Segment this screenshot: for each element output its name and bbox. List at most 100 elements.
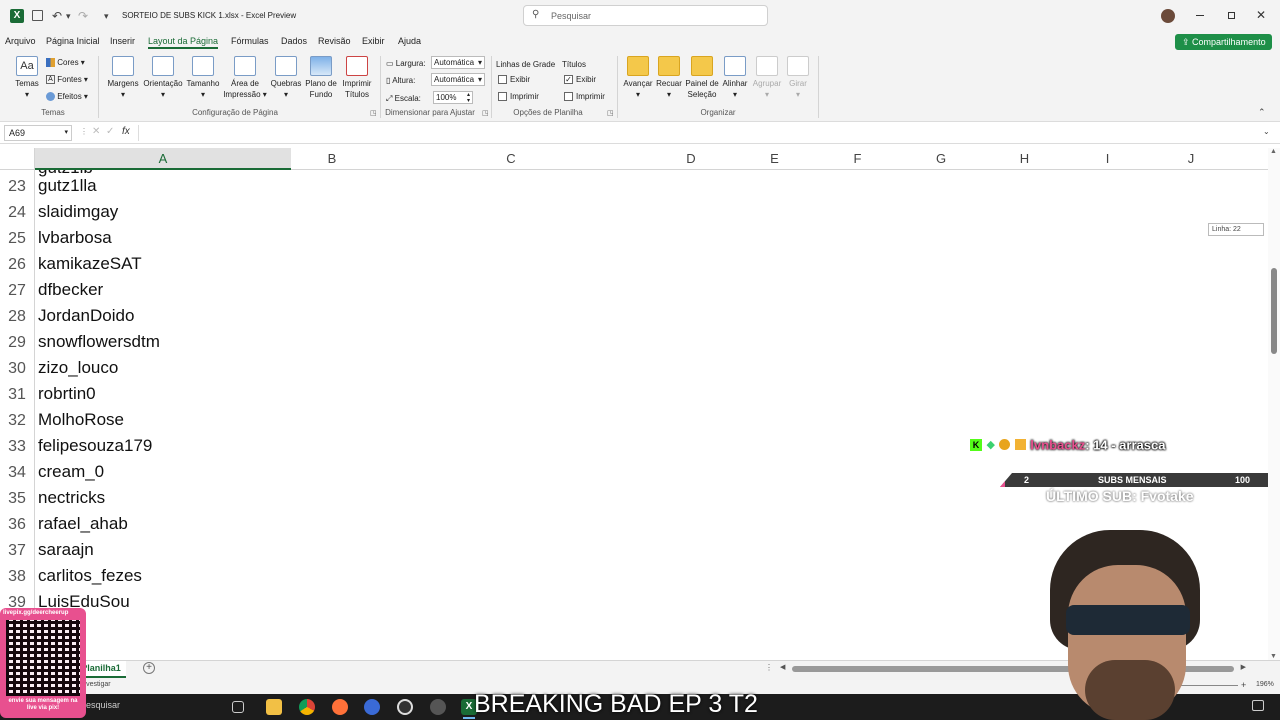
close-icon[interactable]: ✕: [1256, 8, 1266, 22]
fx-icon[interactable]: fx: [122, 126, 130, 137]
tab-dados[interactable]: Dados: [281, 36, 307, 46]
column-header-i[interactable]: I: [1066, 148, 1149, 170]
tab-layout-da-pagina[interactable]: Layout da Página: [148, 36, 219, 49]
file-explorer-icon[interactable]: [266, 699, 282, 715]
row-header[interactable]: 30: [0, 360, 34, 378]
column-header-g[interactable]: G: [899, 148, 983, 170]
cell-a[interactable]: slaidimgay: [38, 202, 118, 222]
row-header[interactable]: 35: [0, 490, 34, 508]
undo-dropdown-icon[interactable]: ▾: [66, 11, 71, 22]
taskbar-search[interactable]: Pesquisar: [80, 700, 120, 710]
collapse-ribbon-icon[interactable]: ⌃: [1258, 107, 1266, 118]
column-header-f[interactable]: F: [816, 148, 899, 170]
undo-icon[interactable]: ↶: [52, 9, 62, 23]
area-impressao-button[interactable]: Área de Impressão ▾: [222, 56, 268, 100]
row-header[interactable]: 34: [0, 464, 34, 482]
cell-a[interactable]: lvbarbosa: [38, 228, 112, 248]
altura-select[interactable]: Automática ▾: [431, 73, 485, 86]
avatar[interactable]: [1161, 9, 1175, 23]
share-button[interactable]: ⇪ Compartilhamento: [1175, 34, 1272, 50]
painel-selecao-button[interactable]: Painel de Seleção: [684, 56, 720, 100]
cell-a[interactable]: carlitos_fezes: [38, 566, 142, 586]
cancel-icon[interactable]: ✕: [92, 126, 100, 137]
maximize-icon[interactable]: [1228, 12, 1235, 19]
row-header[interactable]: 27: [0, 282, 34, 300]
titulos-imprimir-checkbox[interactable]: Imprimir: [564, 92, 605, 102]
avancar-button[interactable]: Avançar ▾: [622, 56, 654, 100]
scroll-up-icon[interactable]: ▲: [1270, 148, 1277, 155]
imprimir-titulos-button[interactable]: Imprimir Títulos: [340, 56, 374, 100]
row-header[interactable]: 33: [0, 438, 34, 456]
tab-revisao[interactable]: Revisão: [318, 36, 351, 46]
scroll-thumb[interactable]: [1271, 268, 1277, 354]
cell-a[interactable]: gutz1lla: [38, 176, 97, 196]
tamanho-button[interactable]: Tamanho ▾: [184, 56, 222, 100]
margens-button[interactable]: Margens ▾: [104, 56, 142, 100]
titulos-exibir-checkbox[interactable]: ✓ Exibir: [564, 75, 596, 85]
row-header[interactable]: 28: [0, 308, 34, 326]
row-header[interactable]: 37: [0, 542, 34, 560]
column-header-j[interactable]: J: [1149, 148, 1233, 170]
tab-arquivo[interactable]: Arquivo: [5, 36, 36, 46]
tab-formulas[interactable]: Fórmulas: [231, 36, 269, 46]
recuar-button[interactable]: Recuar ▾: [654, 56, 684, 100]
formula-input[interactable]: [138, 125, 1266, 141]
tab-exibir[interactable]: Exibir: [362, 36, 385, 46]
plano-fundo-button[interactable]: Plano de Fundo: [304, 56, 338, 100]
opcoes-launcher-icon[interactable]: ◳: [607, 109, 614, 117]
cell-a[interactable]: JordanDoido: [38, 306, 134, 326]
tab-inserir[interactable]: Inserir: [110, 36, 135, 46]
save-icon[interactable]: [32, 10, 43, 21]
cell-a[interactable]: zizo_louco: [38, 358, 118, 378]
row-header[interactable]: 24: [0, 204, 34, 222]
enter-icon[interactable]: ✓: [106, 126, 114, 137]
select-all-corner[interactable]: [0, 148, 35, 170]
fontes-button[interactable]: A Fontes ▾: [46, 75, 88, 85]
add-sheet-icon[interactable]: +: [143, 662, 155, 674]
cores-button[interactable]: Cores ▾: [46, 58, 85, 68]
row-header[interactable]: 36: [0, 516, 34, 534]
cell-a[interactable]: MolhoRose: [38, 410, 124, 430]
hscroll-left-icon[interactable]: ◀: [780, 663, 785, 671]
app2-icon[interactable]: [430, 699, 446, 715]
scroll-down-icon[interactable]: ▼: [1270, 653, 1277, 660]
redo-icon[interactable]: ↷: [78, 9, 88, 23]
name-box[interactable]: A69 ▾: [4, 125, 72, 141]
cell-a[interactable]: rafael_ahab: [38, 514, 128, 534]
efeitos-button[interactable]: Efeitos ▾: [46, 92, 88, 102]
cell-a[interactable]: kamikazeSAT: [38, 254, 142, 274]
largura-select[interactable]: Automática ▾: [431, 56, 485, 69]
alinhar-button[interactable]: Alinhar ▾: [720, 56, 750, 100]
grid-imprimir-checkbox[interactable]: Imprimir: [498, 92, 539, 102]
escala-stepper[interactable]: 100% ▴ ▾: [433, 91, 473, 104]
minimize-icon[interactable]: [1196, 15, 1204, 16]
grid-exibir-checkbox[interactable]: Exibir: [498, 75, 530, 85]
expand-formula-icon[interactable]: ⌄: [1263, 127, 1270, 136]
tab-pagina-inicial[interactable]: Página Inicial: [46, 36, 100, 46]
cell-a[interactable]: felipesouza179: [38, 436, 152, 456]
tray-chat-icon[interactable]: [1252, 700, 1264, 711]
tab-ajuda[interactable]: Ajuda: [398, 36, 421, 46]
column-header-h[interactable]: H: [983, 148, 1066, 170]
task-view-icon[interactable]: [232, 701, 244, 713]
dimensionar-launcher-icon[interactable]: ◳: [482, 109, 489, 117]
quebras-button[interactable]: Quebras ▾: [268, 56, 304, 100]
column-header-d[interactable]: D: [649, 148, 733, 170]
search-box[interactable]: ⚲ Pesquisar: [523, 5, 768, 26]
config-launcher-icon[interactable]: ◳: [370, 109, 377, 117]
column-header-e[interactable]: E: [733, 148, 816, 170]
row-header[interactable]: 26: [0, 256, 34, 274]
column-header-b[interactable]: B: [291, 148, 373, 170]
cell-a[interactable]: saraajn: [38, 540, 94, 560]
row-header[interactable]: 38: [0, 568, 34, 586]
zoom-in-icon[interactable]: +: [1241, 680, 1246, 690]
app-icon[interactable]: [364, 699, 380, 715]
hscroll-right-icon[interactable]: ▶: [1241, 663, 1246, 671]
obs-icon[interactable]: [397, 699, 413, 715]
orientacao-button[interactable]: Orientação ▾: [142, 56, 184, 100]
row-header[interactable]: 23: [0, 178, 34, 196]
cell-a[interactable]: robrtin0: [38, 384, 96, 404]
row-header[interactable]: 31: [0, 386, 34, 404]
row-header[interactable]: 32: [0, 412, 34, 430]
chrome-icon[interactable]: [299, 699, 315, 715]
